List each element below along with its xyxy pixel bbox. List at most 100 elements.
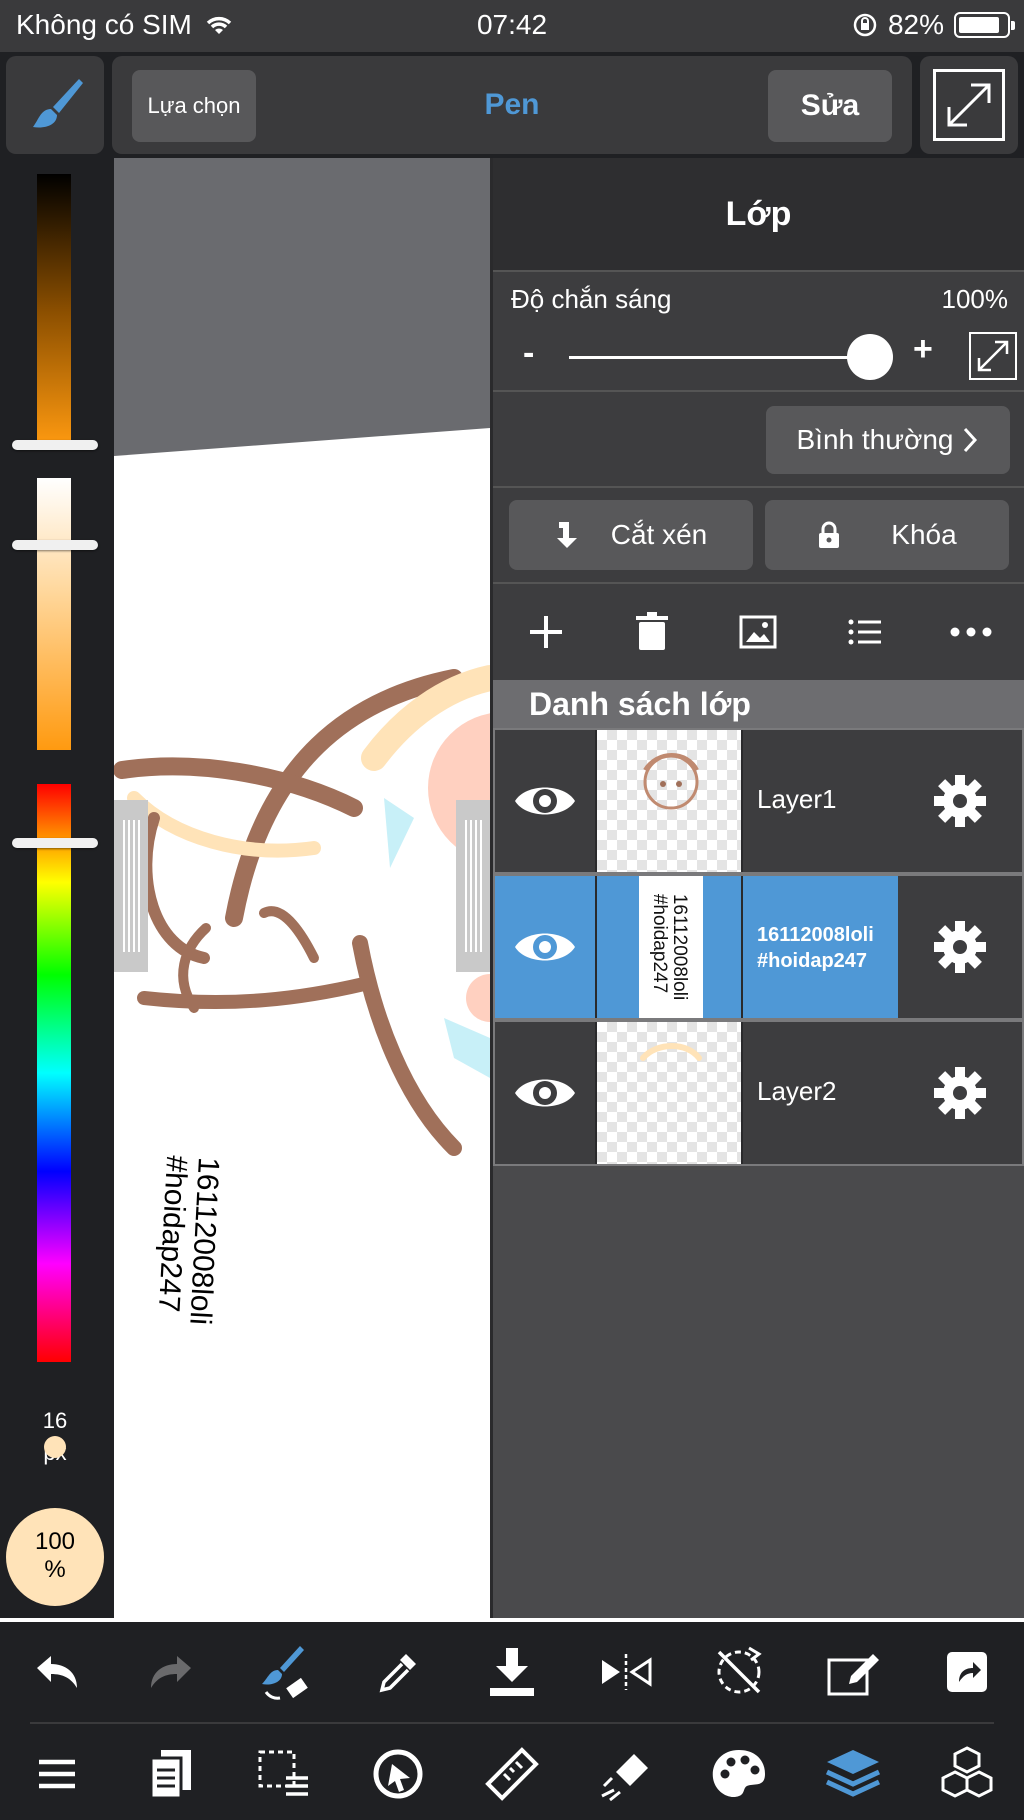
- status-bar: Không có SIM 07:42 82%: [0, 0, 1024, 52]
- saturation-handle[interactable]: [12, 540, 98, 550]
- pages-icon[interactable]: [135, 1738, 207, 1810]
- saturation-slider[interactable]: [37, 478, 71, 750]
- brush-icon: [33, 79, 83, 128]
- layer-list-title: Danh sách lớp: [493, 680, 1024, 728]
- layer-row[interactable]: Layer1: [493, 728, 1024, 874]
- share-icon[interactable]: [931, 1636, 1003, 1708]
- selection-icon[interactable]: [248, 1738, 320, 1810]
- brush-opacity-unit: %: [44, 1556, 66, 1583]
- opacity-slider-track[interactable]: [569, 356, 879, 359]
- lock-label: Khóa: [891, 519, 957, 550]
- trash-icon[interactable]: [622, 602, 682, 662]
- opacity-expand-button[interactable]: [969, 332, 1017, 380]
- eyedropper-icon[interactable]: [362, 1636, 434, 1708]
- opacity-label: Độ chắn sáng: [511, 284, 672, 314]
- clip-lock-section: Cắt xén Khóa: [493, 486, 1024, 582]
- layer-settings-button[interactable]: [898, 730, 1022, 872]
- layer-tools: [493, 582, 1024, 680]
- thumb-text-line1: 16112008loli: [669, 893, 690, 1001]
- app-root: { "status_bar": { "carrier": "Không có S…: [0, 0, 1024, 1820]
- fill-icon[interactable]: [590, 1738, 662, 1810]
- top-toolbar: Lựa chọn Pen Sửa: [0, 52, 1024, 158]
- thumb-text-line2: #hoidap247: [649, 893, 670, 994]
- blend-mode-label: Bình thường: [796, 424, 954, 455]
- toolbar-divider: [30, 1722, 994, 1724]
- menu-icon[interactable]: [21, 1738, 93, 1810]
- brightness-slider[interactable]: [37, 174, 71, 446]
- brush-eraser-icon[interactable]: [248, 1636, 320, 1708]
- layer-name: Layer2: [757, 1076, 837, 1106]
- opacity-slider-knob[interactable]: [847, 334, 893, 380]
- visibility-toggle[interactable]: [495, 876, 595, 1018]
- layers-icon[interactable]: [817, 1738, 889, 1810]
- layer-settings-button[interactable]: [898, 1022, 1022, 1164]
- add-layer-icon[interactable]: [516, 602, 576, 662]
- expand-icon: [933, 69, 1005, 141]
- canvas-artwork: [114, 428, 490, 1618]
- brush-size-value: 16: [42, 1408, 68, 1433]
- hue-slider[interactable]: [37, 784, 71, 1362]
- blend-section: Bình thường: [493, 390, 1024, 486]
- brush-bar: Lựa chọn Pen Sửa: [112, 56, 912, 154]
- blend-mode-button[interactable]: Bình thường: [766, 406, 1010, 474]
- undo-icon[interactable]: [21, 1636, 93, 1708]
- fullscreen-button[interactable]: [920, 56, 1018, 154]
- drawing-canvas[interactable]: 16112008loli #hoidap247: [114, 158, 490, 1618]
- lock-icon: [819, 521, 840, 548]
- battery-percent: 82%: [887, 9, 944, 40]
- clipping-button[interactable]: Cắt xén: [509, 500, 753, 570]
- lock-button[interactable]: Khóa: [765, 500, 1009, 570]
- layer-name: Layer1: [757, 784, 837, 814]
- action-toolbar: [0, 1632, 1024, 1712]
- brightness-handle[interactable]: [12, 440, 98, 450]
- transform-icon[interactable]: [362, 1738, 434, 1810]
- gear-icon: [934, 775, 986, 827]
- layer-panel: Lớp Độ chắn sáng 100% - + Bình thường Cắ…: [490, 158, 1024, 1618]
- layer-row-selected[interactable]: 16112008loli #hoidap247 16112008loli #ho…: [493, 874, 1024, 1020]
- brush-button[interactable]: [6, 56, 104, 154]
- hue-handle[interactable]: [12, 838, 98, 848]
- brush-opacity-button[interactable]: 100 %: [6, 1508, 104, 1606]
- visibility-toggle[interactable]: [495, 1022, 595, 1164]
- layer-thumbnail: [595, 1022, 743, 1164]
- brush-size-preview: [44, 1436, 66, 1458]
- opacity-decrease-button[interactable]: -: [523, 334, 534, 373]
- redo-icon[interactable]: [135, 1636, 207, 1708]
- image-icon[interactable]: [728, 602, 788, 662]
- flip-icon[interactable]: [590, 1636, 662, 1708]
- edit-canvas-icon[interactable]: [817, 1636, 889, 1708]
- more-icon[interactable]: [941, 602, 1001, 662]
- layer-name-line2: #hoidap247: [757, 950, 868, 972]
- main-toolbar: [0, 1732, 1024, 1816]
- layer-thumbnail-text: 16112008loli #hoidap247: [649, 893, 690, 1001]
- clipping-label: Cắt xén: [610, 519, 708, 550]
- canvas-text: 16112008loli #hoidap247: [151, 1155, 225, 1326]
- canvas-scroll-handle-left[interactable]: [114, 800, 148, 972]
- brush-opacity-value: 100: [34, 1528, 76, 1555]
- edit-button[interactable]: Sửa: [768, 70, 892, 142]
- clip-arrow-icon: [556, 522, 577, 548]
- status-right: 82%: [852, 9, 1015, 41]
- layer-settings-button[interactable]: [898, 876, 1022, 1018]
- rotate-off-icon[interactable]: [703, 1636, 775, 1708]
- orientation-lock-icon: [853, 13, 877, 37]
- download-icon[interactable]: [476, 1636, 548, 1708]
- layer-row[interactable]: Layer2: [493, 1020, 1024, 1166]
- color-sidebar: 16 px 100 %: [0, 158, 114, 1618]
- layer-thumbnail: [595, 730, 743, 872]
- list-icon[interactable]: [835, 602, 895, 662]
- opacity-section: Độ chắn sáng 100% - +: [493, 270, 1024, 390]
- ruler-icon[interactable]: [476, 1738, 548, 1810]
- eye-icon: [515, 787, 575, 815]
- material-icon[interactable]: [931, 1738, 1003, 1810]
- canvas-scroll-handle-right[interactable]: [456, 800, 490, 972]
- chevron-right-icon: [964, 427, 978, 453]
- opacity-increase-button[interactable]: +: [913, 330, 933, 369]
- layer-thumbnail: 16112008loli #hoidap247: [595, 876, 743, 1018]
- bottom-toolbar: [0, 1618, 1024, 1820]
- panel-title: Lớp: [493, 158, 1024, 270]
- expand-icon: [977, 340, 1009, 372]
- gear-icon: [934, 921, 986, 973]
- visibility-toggle[interactable]: [495, 730, 595, 872]
- palette-icon[interactable]: [703, 1738, 775, 1810]
